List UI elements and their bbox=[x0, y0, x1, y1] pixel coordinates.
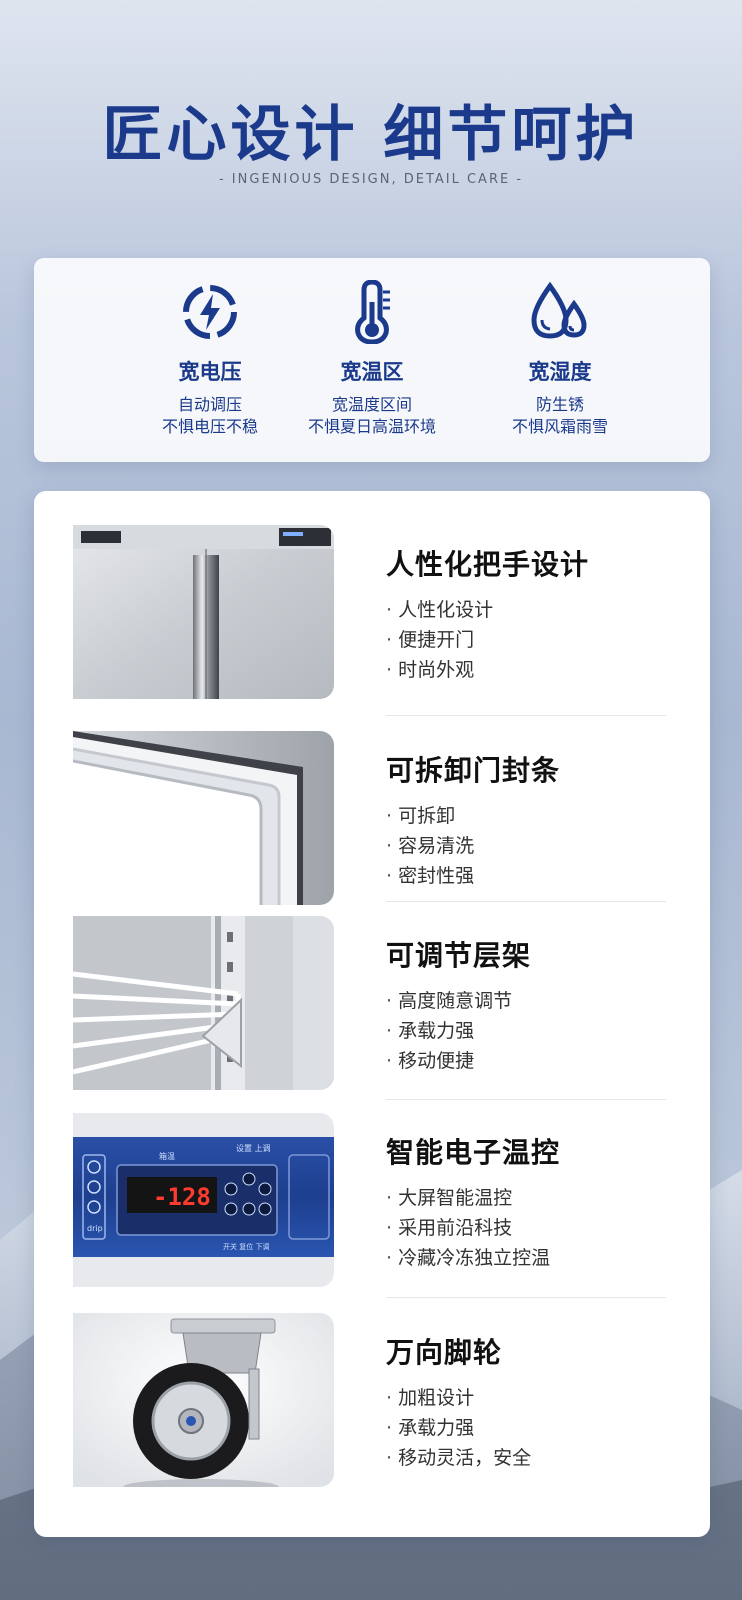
detail-points: 高度随意调节 承载力强 移动便捷 bbox=[386, 986, 512, 1076]
panel-label-top-left: 箱温 bbox=[159, 1151, 175, 1161]
detail-card: 人性化把手设计 人性化设计 便捷开门 时尚外观 bbox=[34, 491, 710, 1537]
detail-point: 大屏智能温控 bbox=[386, 1183, 550, 1213]
detail-title: 人性化把手设计 bbox=[386, 548, 590, 581]
feature-title: 宽温区 bbox=[340, 360, 404, 384]
detail-row-control-panel: drip 箱温 设置 上调 -128 开关 复位 下调 智能电子温控 大屏智能温… bbox=[34, 1113, 710, 1289]
detail-row-handle: 人性化把手设计 人性化设计 便捷开门 时尚外观 bbox=[34, 525, 710, 701]
detail-point: 时尚外观 bbox=[386, 655, 493, 685]
divider bbox=[386, 901, 666, 902]
detail-title: 智能电子温控 bbox=[386, 1136, 561, 1169]
shelf-photo bbox=[73, 916, 334, 1090]
detail-point: 密封性强 bbox=[386, 861, 474, 891]
divider bbox=[386, 1099, 666, 1100]
detail-row-shelf: 可调节层架 高度随意调节 承载力强 移动便捷 bbox=[34, 916, 710, 1092]
panel-label-top-right: 设置 上调 bbox=[236, 1143, 271, 1153]
detail-point: 承载力强 bbox=[386, 1413, 531, 1443]
detail-point: 移动灵活，安全 bbox=[386, 1443, 531, 1473]
page-title: 匠心设计 细节呵护 bbox=[102, 100, 640, 170]
detail-points: 可拆卸 容易清洗 密封性强 bbox=[386, 801, 474, 891]
detail-point: 便捷开门 bbox=[386, 625, 493, 655]
detail-point: 人性化设计 bbox=[386, 595, 493, 625]
detail-point: 移动便捷 bbox=[386, 1046, 512, 1076]
detail-points: 人性化设计 便捷开门 时尚外观 bbox=[386, 595, 493, 685]
detail-title: 可调节层架 bbox=[386, 939, 532, 972]
detail-point: 承载力强 bbox=[386, 1016, 512, 1046]
feature-wide-temperature: 宽温区 宽温度区间 不惧夏日高温环境 bbox=[272, 280, 472, 438]
feature-card: 宽电压 自动调压 不惧电压不稳 宽温区 宽温度区间 不惧夏日高温环境 宽湿度 防… bbox=[34, 258, 710, 462]
feature-line: 防生锈 bbox=[535, 395, 584, 414]
detail-points: 大屏智能温控 采用前沿科技 冷藏冷冻独立控温 bbox=[386, 1183, 550, 1273]
detail-title: 万向脚轮 bbox=[386, 1336, 503, 1369]
feature-wide-humidity: 宽湿度 防生锈 不惧风霜雨雪 bbox=[460, 280, 660, 438]
page-subtitle: - INGENIOUS DESIGN, DETAIL CARE - bbox=[218, 172, 524, 187]
panel-label-bottom: 开关 复位 下调 bbox=[223, 1242, 269, 1251]
detail-point: 高度随意调节 bbox=[386, 986, 512, 1016]
feature-title: 宽湿度 bbox=[528, 360, 592, 384]
feature-line: 宽温度区间 bbox=[331, 395, 412, 414]
control-panel-photo: drip 箱温 设置 上调 -128 开关 复位 下调 bbox=[73, 1113, 334, 1287]
water-drops-icon bbox=[531, 281, 587, 339]
voltage-icon bbox=[183, 285, 237, 339]
caster-wheel-photo bbox=[73, 1313, 334, 1487]
door-seal-photo bbox=[73, 731, 334, 905]
thermometer-icon bbox=[355, 280, 390, 344]
divider bbox=[386, 715, 666, 716]
detail-title: 可拆卸门封条 bbox=[386, 754, 561, 787]
feature-line: 不惧风霜雨雪 bbox=[511, 417, 608, 436]
detail-point: 加粗设计 bbox=[386, 1383, 531, 1413]
detail-row-door-seal: 可拆卸门封条 可拆卸 容易清洗 密封性强 bbox=[34, 731, 710, 907]
detail-point: 容易清洗 bbox=[386, 831, 474, 861]
detail-points: 加粗设计 承载力强 移动灵活，安全 bbox=[386, 1383, 531, 1473]
detail-point: 冷藏冷冻独立控温 bbox=[386, 1243, 550, 1273]
detail-point: 可拆卸 bbox=[386, 801, 474, 831]
divider bbox=[386, 1297, 666, 1298]
panel-display: -128 bbox=[153, 1183, 211, 1211]
detail-row-caster: 万向脚轮 加粗设计 承载力强 移动灵活，安全 bbox=[34, 1313, 710, 1489]
feature-line: 不惧夏日高温环境 bbox=[307, 417, 436, 436]
detail-point: 采用前沿科技 bbox=[386, 1213, 550, 1243]
panel-drip-label: drip bbox=[87, 1224, 103, 1233]
handle-photo bbox=[73, 525, 334, 699]
